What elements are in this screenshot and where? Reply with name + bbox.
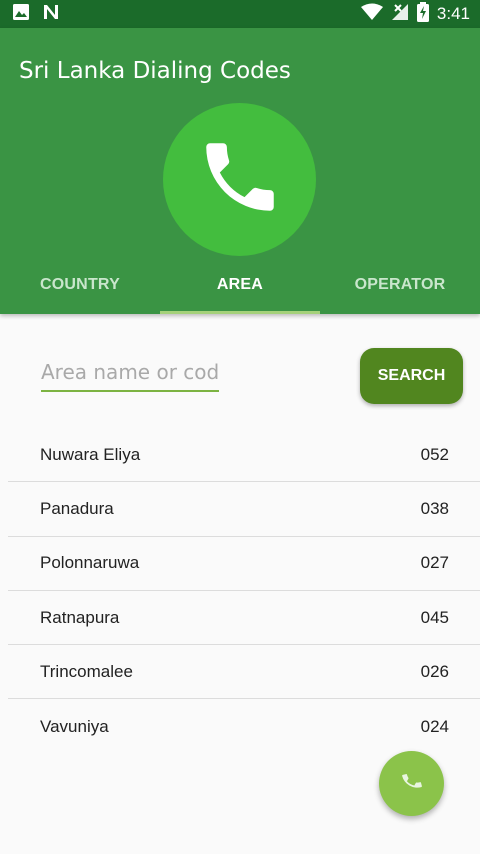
area-code: 024 xyxy=(420,716,449,736)
area-code-list: Nuwara Eliya 052 Panadura 038 Polonnaruw… xyxy=(8,428,480,754)
image-icon xyxy=(12,3,30,26)
phone-icon xyxy=(195,132,285,227)
list-item[interactable]: Trincomalee 026 xyxy=(8,645,480,700)
search-row: SEARCH xyxy=(0,340,480,410)
area-name: Trincomalee xyxy=(40,661,133,681)
battery-charging-icon xyxy=(416,1,429,27)
tab-operator[interactable]: OPERATOR xyxy=(320,256,480,314)
app-title: Sri Lanka Dialing Codes xyxy=(19,58,291,84)
area-code: 038 xyxy=(420,498,449,518)
area-name: Polonnaruwa xyxy=(40,553,140,573)
call-fab-button[interactable] xyxy=(379,751,444,816)
n-notification-icon xyxy=(42,3,60,26)
app-bar: Sri Lanka Dialing Codes COUNTRY AREA OPE… xyxy=(0,28,480,314)
search-button[interactable]: SEARCH xyxy=(360,348,463,404)
wifi-icon xyxy=(360,3,383,26)
hero-phone-badge xyxy=(163,103,316,256)
area-code: 052 xyxy=(420,444,449,464)
area-code: 045 xyxy=(420,607,449,627)
list-item[interactable]: Polonnaruwa 027 xyxy=(8,537,480,591)
list-item[interactable]: Vavuniya 024 xyxy=(8,699,480,753)
area-search-input[interactable] xyxy=(41,358,219,392)
tab-bar: COUNTRY AREA OPERATOR xyxy=(0,256,480,314)
area-name: Ratnapura xyxy=(40,607,120,627)
list-item[interactable]: Ratnapura 045 xyxy=(8,591,480,646)
list-item[interactable]: Nuwara Eliya 052 xyxy=(8,428,480,483)
area-name: Vavuniya xyxy=(40,716,109,736)
tab-area[interactable]: AREA xyxy=(160,256,320,314)
phone-icon xyxy=(401,770,423,797)
signal-off-icon xyxy=(391,3,409,26)
tab-country[interactable]: COUNTRY xyxy=(0,256,160,314)
status-clock: 3:41 xyxy=(436,4,470,23)
area-name: Nuwara Eliya xyxy=(40,444,141,464)
list-item[interactable]: Panadura 038 xyxy=(8,482,480,537)
area-name: Panadura xyxy=(40,498,114,518)
area-code: 027 xyxy=(420,553,449,573)
status-bar: 3:41 xyxy=(0,0,480,28)
area-code: 026 xyxy=(420,661,449,681)
